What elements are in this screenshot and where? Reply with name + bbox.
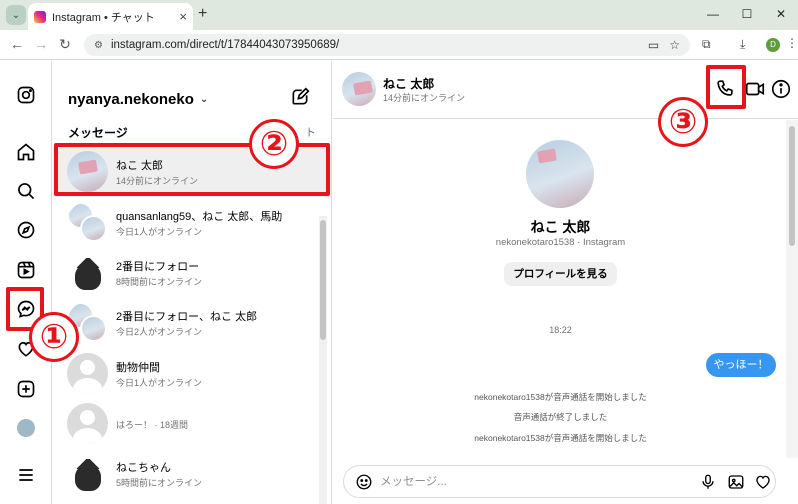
system-message: nekonekotaro1538が音声通話を開始しました: [474, 392, 647, 402]
address-bar-row: ← → ↻ ⚙ instagram.com/direct/t/178440430…: [0, 30, 798, 60]
chat-contact-name[interactable]: ねこ 太郎: [383, 75, 434, 92]
conversation-status: 5時間前にオンライン: [116, 478, 203, 488]
conversation-name: 動物仲間: [116, 362, 160, 374]
system-message: 音声通話が終了しました: [513, 412, 608, 422]
avatar: [67, 403, 108, 444]
conversation-item[interactable]: 2番目にフォロー 8時間前にオンライン: [53, 248, 331, 298]
create-icon[interactable]: [14, 377, 38, 401]
browser-menu-icon[interactable]: ⋮: [786, 36, 798, 50]
close-window-button[interactable]: ✕: [764, 0, 798, 30]
browser-profile-avatar[interactable]: D: [766, 38, 780, 52]
conversation-name: ねこちゃん: [116, 462, 171, 474]
step-3-badge: ③: [658, 97, 708, 147]
url-bar[interactable]: ⚙ instagram.com/direct/t/178440430739506…: [84, 34, 690, 56]
conversation-status: 今日1人がオンライン: [116, 227, 203, 237]
reels-icon[interactable]: [14, 258, 38, 282]
message-input[interactable]: [380, 471, 680, 493]
conversation-item[interactable]: quansanlang59、ねこ 太郎、馬助 今日1人がオンライン: [53, 198, 331, 248]
bookmark-star-icon[interactable]: ☆: [669, 38, 680, 52]
conversation-list-scrollbar[interactable]: [319, 216, 327, 504]
conversation-status: 今日2人がオンライン: [116, 327, 203, 337]
scrollbar-thumb[interactable]: [320, 220, 326, 340]
instagram-logo-icon[interactable]: [14, 83, 38, 107]
microphone-icon[interactable]: [699, 473, 717, 491]
conversation-status: 今日1人がオンライン: [116, 378, 203, 388]
profile-picture: [526, 140, 594, 208]
profile-handle: nekonekotaro1538 · Instagram: [495, 237, 626, 248]
chat-contact-status: 14分前にオンライン: [383, 93, 466, 103]
extensions-icon[interactable]: ⧉: [702, 37, 711, 52]
chat-panel: ねこ 太郎 14分前にオンライン ねこ 太郎 nekonekotaro1538 …: [333, 61, 798, 504]
new-tab-button[interactable]: +: [198, 5, 207, 23]
url-text[interactable]: instagram.com/direct/t/17844043073950689…: [111, 39, 638, 51]
new-message-icon[interactable]: [290, 87, 310, 107]
step-1-badge: ①: [29, 312, 79, 362]
minimize-button[interactable]: —: [696, 0, 730, 30]
account-switcher[interactable]: nyanya.nekoneko ⌄: [68, 91, 208, 108]
conversation-status: 8時間前にオンライン: [116, 277, 203, 287]
site-info-icon[interactable]: ⚙: [94, 40, 103, 51]
avatar: [67, 353, 108, 394]
conversation-name: 2番目にフォロー: [116, 261, 200, 273]
heart-like-icon[interactable]: [754, 473, 772, 491]
forward-arrow-icon[interactable]: →: [32, 36, 50, 52]
conversation-item[interactable]: 2番目にフォロー、ねこ 太郎 今日2人がオンライン: [53, 298, 331, 348]
video-call-icon[interactable]: [744, 78, 766, 100]
instagram-sidebar: [0, 61, 52, 504]
profile-avatar[interactable]: [17, 419, 35, 437]
view-profile-button[interactable]: プロフィールを見る: [504, 262, 617, 286]
profile-name: ねこ 太郎: [530, 219, 591, 235]
explore-icon[interactable]: [14, 218, 38, 242]
highlight-box-call: [706, 65, 746, 109]
avatar: [67, 453, 108, 494]
conversation-item[interactable]: 動物仲間 今日1人がオンライン: [53, 349, 331, 399]
back-arrow-icon[interactable]: ←: [8, 36, 26, 52]
chevron-down-icon[interactable]: ⌄: [200, 94, 208, 105]
conversation-name: 2番目にフォロー、ねこ 太郎: [116, 311, 258, 323]
system-message: nekonekotaro1538が音声通話を開始しました: [474, 433, 647, 443]
tab-search-button[interactable]: ⌄: [6, 5, 26, 25]
conversation-item[interactable]: ねこちゃん 5時間前にオンライン: [53, 449, 331, 499]
account-username[interactable]: nyanya.nekoneko: [68, 91, 194, 108]
chat-avatar[interactable]: [342, 72, 376, 106]
chat-scrollbar[interactable]: [786, 120, 798, 458]
maximize-button[interactable]: ☐: [730, 0, 764, 30]
message-composer: [343, 465, 776, 498]
conversation-status: はろー！ · 18週間: [116, 420, 189, 430]
tab-title: Instagram • チャット: [52, 11, 155, 24]
install-app-icon[interactable]: ▭: [648, 38, 659, 52]
avatar: [67, 252, 108, 293]
conversation-name: quansanlang59、ねこ 太郎、馬助: [116, 211, 283, 223]
menu-icon[interactable]: [14, 463, 38, 487]
group-avatar: [67, 202, 108, 243]
step-2-badge: ②: [249, 119, 299, 169]
window-controls: — ☐ ✕: [696, 0, 798, 30]
sent-message-bubble[interactable]: やっほー！: [706, 353, 776, 377]
download-icon[interactable]: ⤓: [740, 37, 745, 52]
tab-close-button[interactable]: ×: [179, 9, 187, 24]
browser-tab[interactable]: Instagram • チャット ×: [28, 3, 193, 30]
image-icon[interactable]: [727, 473, 745, 491]
scrollbar-thumb[interactable]: [789, 126, 795, 246]
messages-heading: メッセージ: [68, 126, 128, 140]
search-icon[interactable]: [14, 179, 38, 203]
info-icon[interactable]: [770, 78, 792, 100]
reload-icon[interactable]: ↻: [56, 36, 74, 53]
requests-link[interactable]: ト: [305, 124, 316, 140]
instagram-favicon-icon: [34, 10, 46, 23]
home-icon[interactable]: [14, 140, 38, 164]
conversation-item[interactable]: はろー！ · 18週間: [53, 399, 331, 449]
emoji-icon[interactable]: [355, 473, 373, 491]
message-timestamp: 18:22: [549, 325, 572, 335]
browser-tab-bar: ⌄ Instagram • チャット × + — ☐ ✕: [0, 0, 798, 30]
